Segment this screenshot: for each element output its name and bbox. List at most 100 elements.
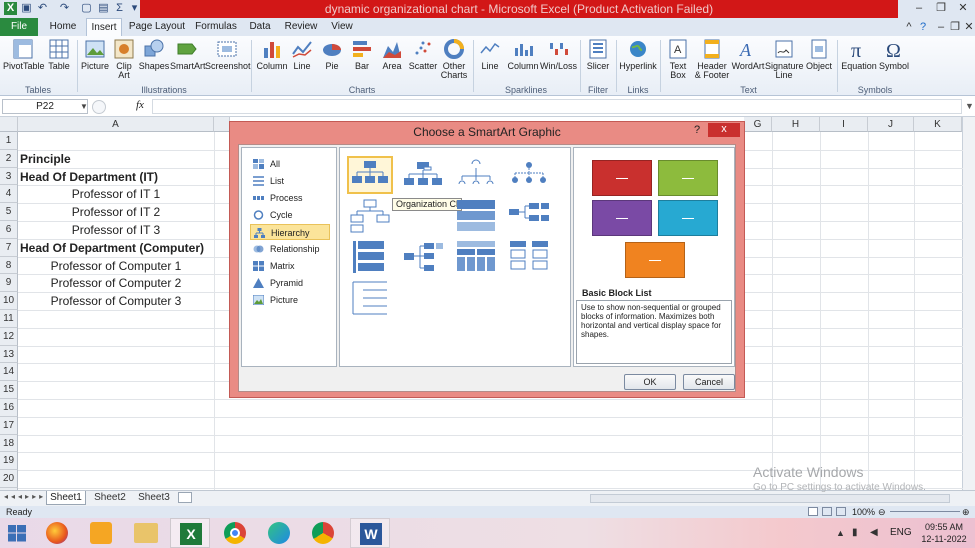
object-button[interactable]: Object [803,38,835,84]
tray-arrow-icon[interactable]: ▲ [836,528,845,538]
row-header[interactable]: 14 [0,363,18,382]
sheet-tab-sheet1[interactable]: Sheet1 [46,491,86,505]
dialog-help-icon[interactable]: ? [694,124,700,136]
close-window-icon[interactable]: ✕ [952,0,974,16]
row-header[interactable]: 10 [0,292,18,310]
row-header[interactable]: 17 [0,416,18,435]
insert-function-icon[interactable]: fx [136,99,144,111]
tab-insert[interactable]: Insert [86,18,122,36]
row-header[interactable]: 9 [0,274,18,293]
equation-button[interactable]: π Equation [840,38,878,84]
category-picture[interactable]: Picture [250,292,330,308]
undo-icon[interactable]: ↶ [36,2,49,15]
autosum-icon[interactable]: Σ [113,2,126,15]
layout-half-circle-org-chart[interactable] [453,156,499,194]
sheet-nav-arrows-icon[interactable]: ◂◂◂▸▸▸ [4,492,46,501]
category-list-item[interactable]: List [250,173,330,189]
layout-circle-picture-hierarchy[interactable] [506,156,552,194]
layout-hierarchy[interactable] [347,196,393,234]
bar-chart-button[interactable]: Bar [348,38,376,84]
sparkline-line-button[interactable]: Line [476,38,504,84]
row-header[interactable]: 6 [0,221,18,239]
category-relationship[interactable]: Relationship [250,241,330,257]
zoom-out-icon[interactable]: ⊖ [878,507,886,517]
name-box[interactable]: P22 [2,99,88,114]
layout-table-hierarchy[interactable] [347,238,393,276]
column-header-k[interactable]: K [914,117,962,132]
header-footer-button[interactable]: Header & Footer [693,38,731,84]
restore-icon[interactable]: ❐ [930,0,952,16]
dialog-close-button[interactable]: x [708,123,740,137]
chrome-profile-icon[interactable] [312,522,334,544]
column-header-i[interactable]: I [820,117,868,132]
vertical-scrollbar[interactable] [962,117,975,490]
wordart-button[interactable]: A WordArt [731,38,765,84]
cancel-button[interactable]: Cancel [683,374,735,390]
other-charts-button[interactable]: Other Charts [439,38,469,84]
layout-organization-chart[interactable] [347,156,393,194]
sparkline-winloss-button[interactable]: Win/Loss [540,38,577,84]
shapes-button[interactable]: Shapes [138,38,170,84]
row-header[interactable]: 3 [0,167,18,186]
network-icon[interactable]: ▮ [852,527,858,538]
tab-file[interactable]: File [0,18,38,36]
clock-time[interactable]: 09:55 AM [918,522,970,532]
line-chart-button[interactable]: Line [290,38,314,84]
app-icon[interactable] [90,522,112,544]
row-header[interactable]: 19 [0,452,18,471]
scatter-chart-button[interactable]: Scatter [407,38,439,84]
row-header[interactable]: 15 [0,381,18,399]
pivottable-button[interactable]: PivotTable [3,38,45,84]
smartart-button[interactable]: SmartArt [170,38,206,84]
minimize-icon[interactable]: – [908,0,930,16]
tab-page-layout[interactable]: Page Layout [128,18,186,36]
signature-line-button[interactable]: Signature Line [765,38,804,84]
zoom-slider[interactable] [890,511,960,512]
row-header[interactable]: 11 [0,310,18,328]
redo-icon[interactable]: ↷ [58,2,71,15]
insert-sheet-icon[interactable] [178,492,192,503]
layout-horizontal-hierarchy[interactable] [506,196,552,234]
page-layout-view-icon[interactable] [822,507,832,516]
cell-a7[interactable]: Head Of Department (Computer) [18,239,204,257]
row-header[interactable]: 20 [0,470,18,488]
row-header[interactable]: 18 [0,434,18,453]
formula-input[interactable] [152,99,962,114]
hyperlink-button[interactable]: Hyperlink [618,38,658,84]
chrome-icon[interactable] [224,522,246,544]
column-header-h[interactable]: H [772,117,820,132]
row-header[interactable]: 7 [0,238,18,257]
normal-view-icon[interactable] [808,507,818,516]
tab-formulas[interactable]: Formulas [192,18,240,36]
row-header[interactable]: 4 [0,185,18,204]
ok-button[interactable]: OK [624,374,676,390]
cell-a8[interactable]: Professor of Computer 1 [18,257,214,275]
area-chart-button[interactable]: Area [377,38,407,84]
category-cycle[interactable]: Cycle [250,207,330,223]
sheet-tab-sheet3[interactable]: Sheet3 [134,491,174,505]
word-taskbar-button[interactable]: W [350,518,390,548]
row-header[interactable]: 2 [0,149,18,168]
print-preview-icon[interactable]: ▤ [97,2,110,15]
clip-art-button[interactable]: Clip Art [111,38,137,84]
column-header-b[interactable] [214,117,230,132]
tab-review[interactable]: Review [282,18,320,36]
language-indicator[interactable]: ENG [890,527,912,538]
cell-a9[interactable]: Professor of Computer 2 [18,274,214,292]
slicer-button[interactable]: Slicer [583,38,613,84]
category-matrix[interactable]: Matrix [250,258,330,274]
sheet-tab-sheet2[interactable]: Sheet2 [90,491,130,505]
symbol-button[interactable]: Ω Symbol [878,38,910,84]
save-icon[interactable]: ▣ [20,2,33,15]
cell-a3[interactable]: Head Of Department (IT) [18,168,158,186]
row-header[interactable]: 8 [0,256,18,275]
row-header[interactable]: 5 [0,203,18,221]
page-break-view-icon[interactable] [836,507,846,516]
table-button[interactable]: Table [44,38,74,84]
name-box-dropdown-icon[interactable]: ▼ [80,102,88,111]
new-file-icon[interactable]: ▢ [80,2,93,15]
row-header[interactable]: 12 [0,327,18,346]
volume-icon[interactable]: ◀ [870,527,878,538]
column-header-g[interactable]: G [744,117,772,132]
layout-name-and-title-org-chart[interactable] [400,156,446,194]
